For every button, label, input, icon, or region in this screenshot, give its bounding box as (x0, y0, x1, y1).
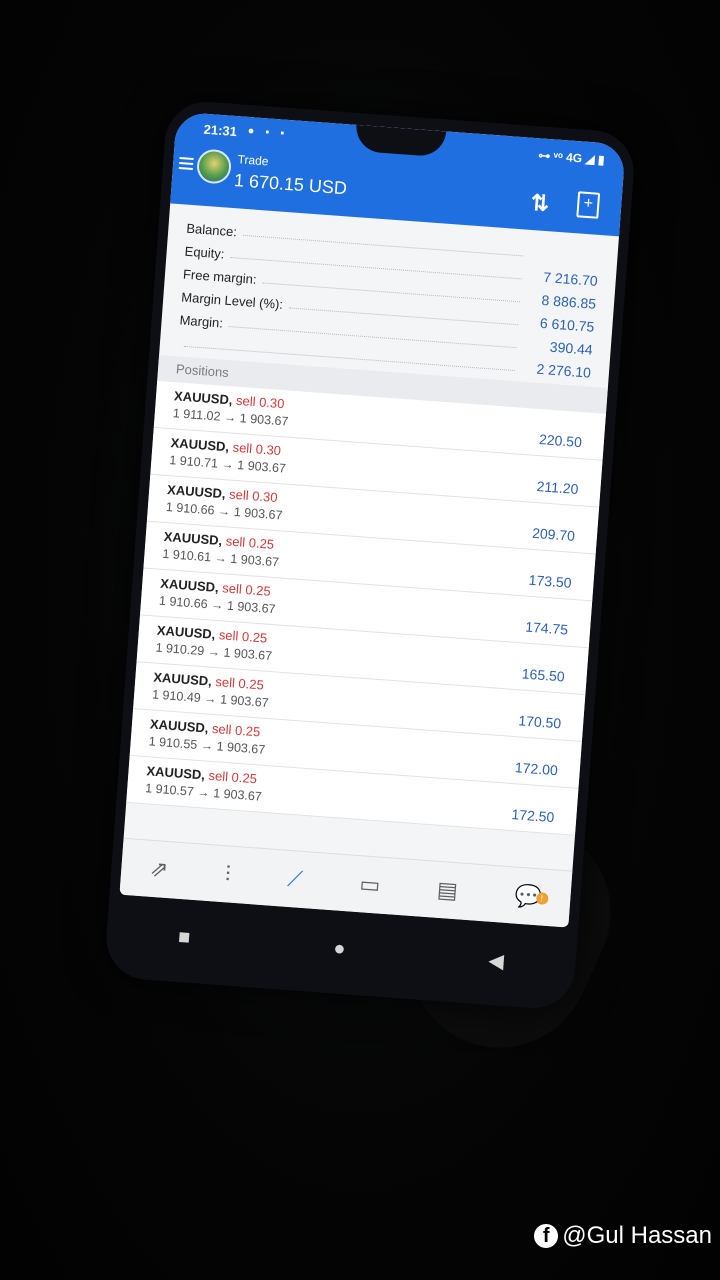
app-logo-icon[interactable] (195, 148, 233, 185)
position-profit: 211.20 (536, 478, 579, 498)
position-profit: 173.50 (528, 571, 573, 591)
position-type: sell 0.25 (214, 674, 265, 693)
watermark: f @Gul Hassan (534, 1222, 712, 1250)
position-profit: 170.50 (517, 712, 562, 732)
position-symbol: XAUUSD, (159, 575, 220, 595)
position-profit: 172.00 (514, 759, 559, 779)
watermark-text: @Gul Hassan (562, 1222, 712, 1249)
chat-icon[interactable]: 💬! (514, 883, 549, 911)
position-symbol: XAUUSD, (152, 669, 213, 689)
status-time: 21:31 (203, 121, 238, 140)
chart-icon[interactable]: ⫶ (224, 861, 231, 887)
position-type: sell 0.30 (232, 439, 282, 459)
position-profit: 172.50 (510, 806, 555, 826)
position-type: sell 0.25 (225, 533, 275, 552)
sort-icon[interactable]: ⇅ (530, 190, 550, 217)
page-title: Trade (237, 152, 269, 169)
position-type: sell 0.30 (228, 486, 279, 506)
position-type: sell 0.25 (211, 720, 261, 740)
phone-screen: 21:31 ● ▪ ▪ ⊶ ᵛᵒ 4G ◢ ▮ Trade 1 670.15 U… (119, 111, 626, 928)
back-button[interactable]: ◀ (488, 947, 505, 973)
header-balance: 1 670.15 USD (233, 170, 348, 199)
phone: 21:31 ● ▪ ▪ ⊶ ᵛᵒ 4G ◢ ▮ Trade 1 670.15 U… (103, 98, 637, 1012)
trade-icon[interactable]: ⟋ (286, 866, 303, 893)
chat-badge: ! (535, 892, 549, 905)
recents-button[interactable]: ■ (177, 926, 191, 950)
new-order-icon[interactable]: + (576, 191, 601, 219)
status-system-icons: ⊶ ᵛᵒ 4G ◢ ▮ (537, 148, 606, 168)
position-type: sell 0.30 (235, 392, 285, 412)
position-symbol: XAUUSD, (163, 528, 223, 549)
quotes-icon[interactable]: ⇗ (149, 856, 169, 883)
position-profit: 220.50 (538, 431, 583, 451)
positions-list: XAUUSD, sell 0.30 1 911.02 → 1 903.67 220.… (126, 380, 606, 836)
photo-scene: 21:31 ● ▪ ▪ ⊶ ᵛᵒ 4G ◢ ▮ Trade 1 670.15 U… (0, 0, 720, 1280)
position-profit: 209.70 (531, 524, 576, 544)
position-symbol: XAUUSD, (156, 622, 216, 642)
position-symbol: XAUUSD, (149, 716, 209, 736)
position-type: sell 0.25 (218, 627, 268, 646)
position-profit: 174.75 (524, 618, 569, 638)
history-icon[interactable]: ▭ (359, 871, 382, 898)
menu-icon[interactable] (178, 154, 194, 173)
news-icon[interactable]: ▤ (436, 877, 459, 904)
position-symbol: XAUUSD, (166, 481, 227, 502)
position-symbol: XAUUSD, (170, 435, 230, 455)
facebook-icon: f (534, 1224, 559, 1248)
position-symbol: XAUUSD, (146, 763, 206, 783)
summary-value: 2 276.10 (536, 360, 592, 381)
position-symbol: XAUUSD, (173, 388, 234, 408)
status-notification-icons: ● ▪ ▪ (247, 124, 289, 140)
position-type: sell 0.25 (221, 580, 272, 599)
position-profit: 165.50 (521, 665, 566, 685)
home-button[interactable]: ● (333, 937, 347, 961)
position-type: sell 0.25 (208, 767, 258, 787)
